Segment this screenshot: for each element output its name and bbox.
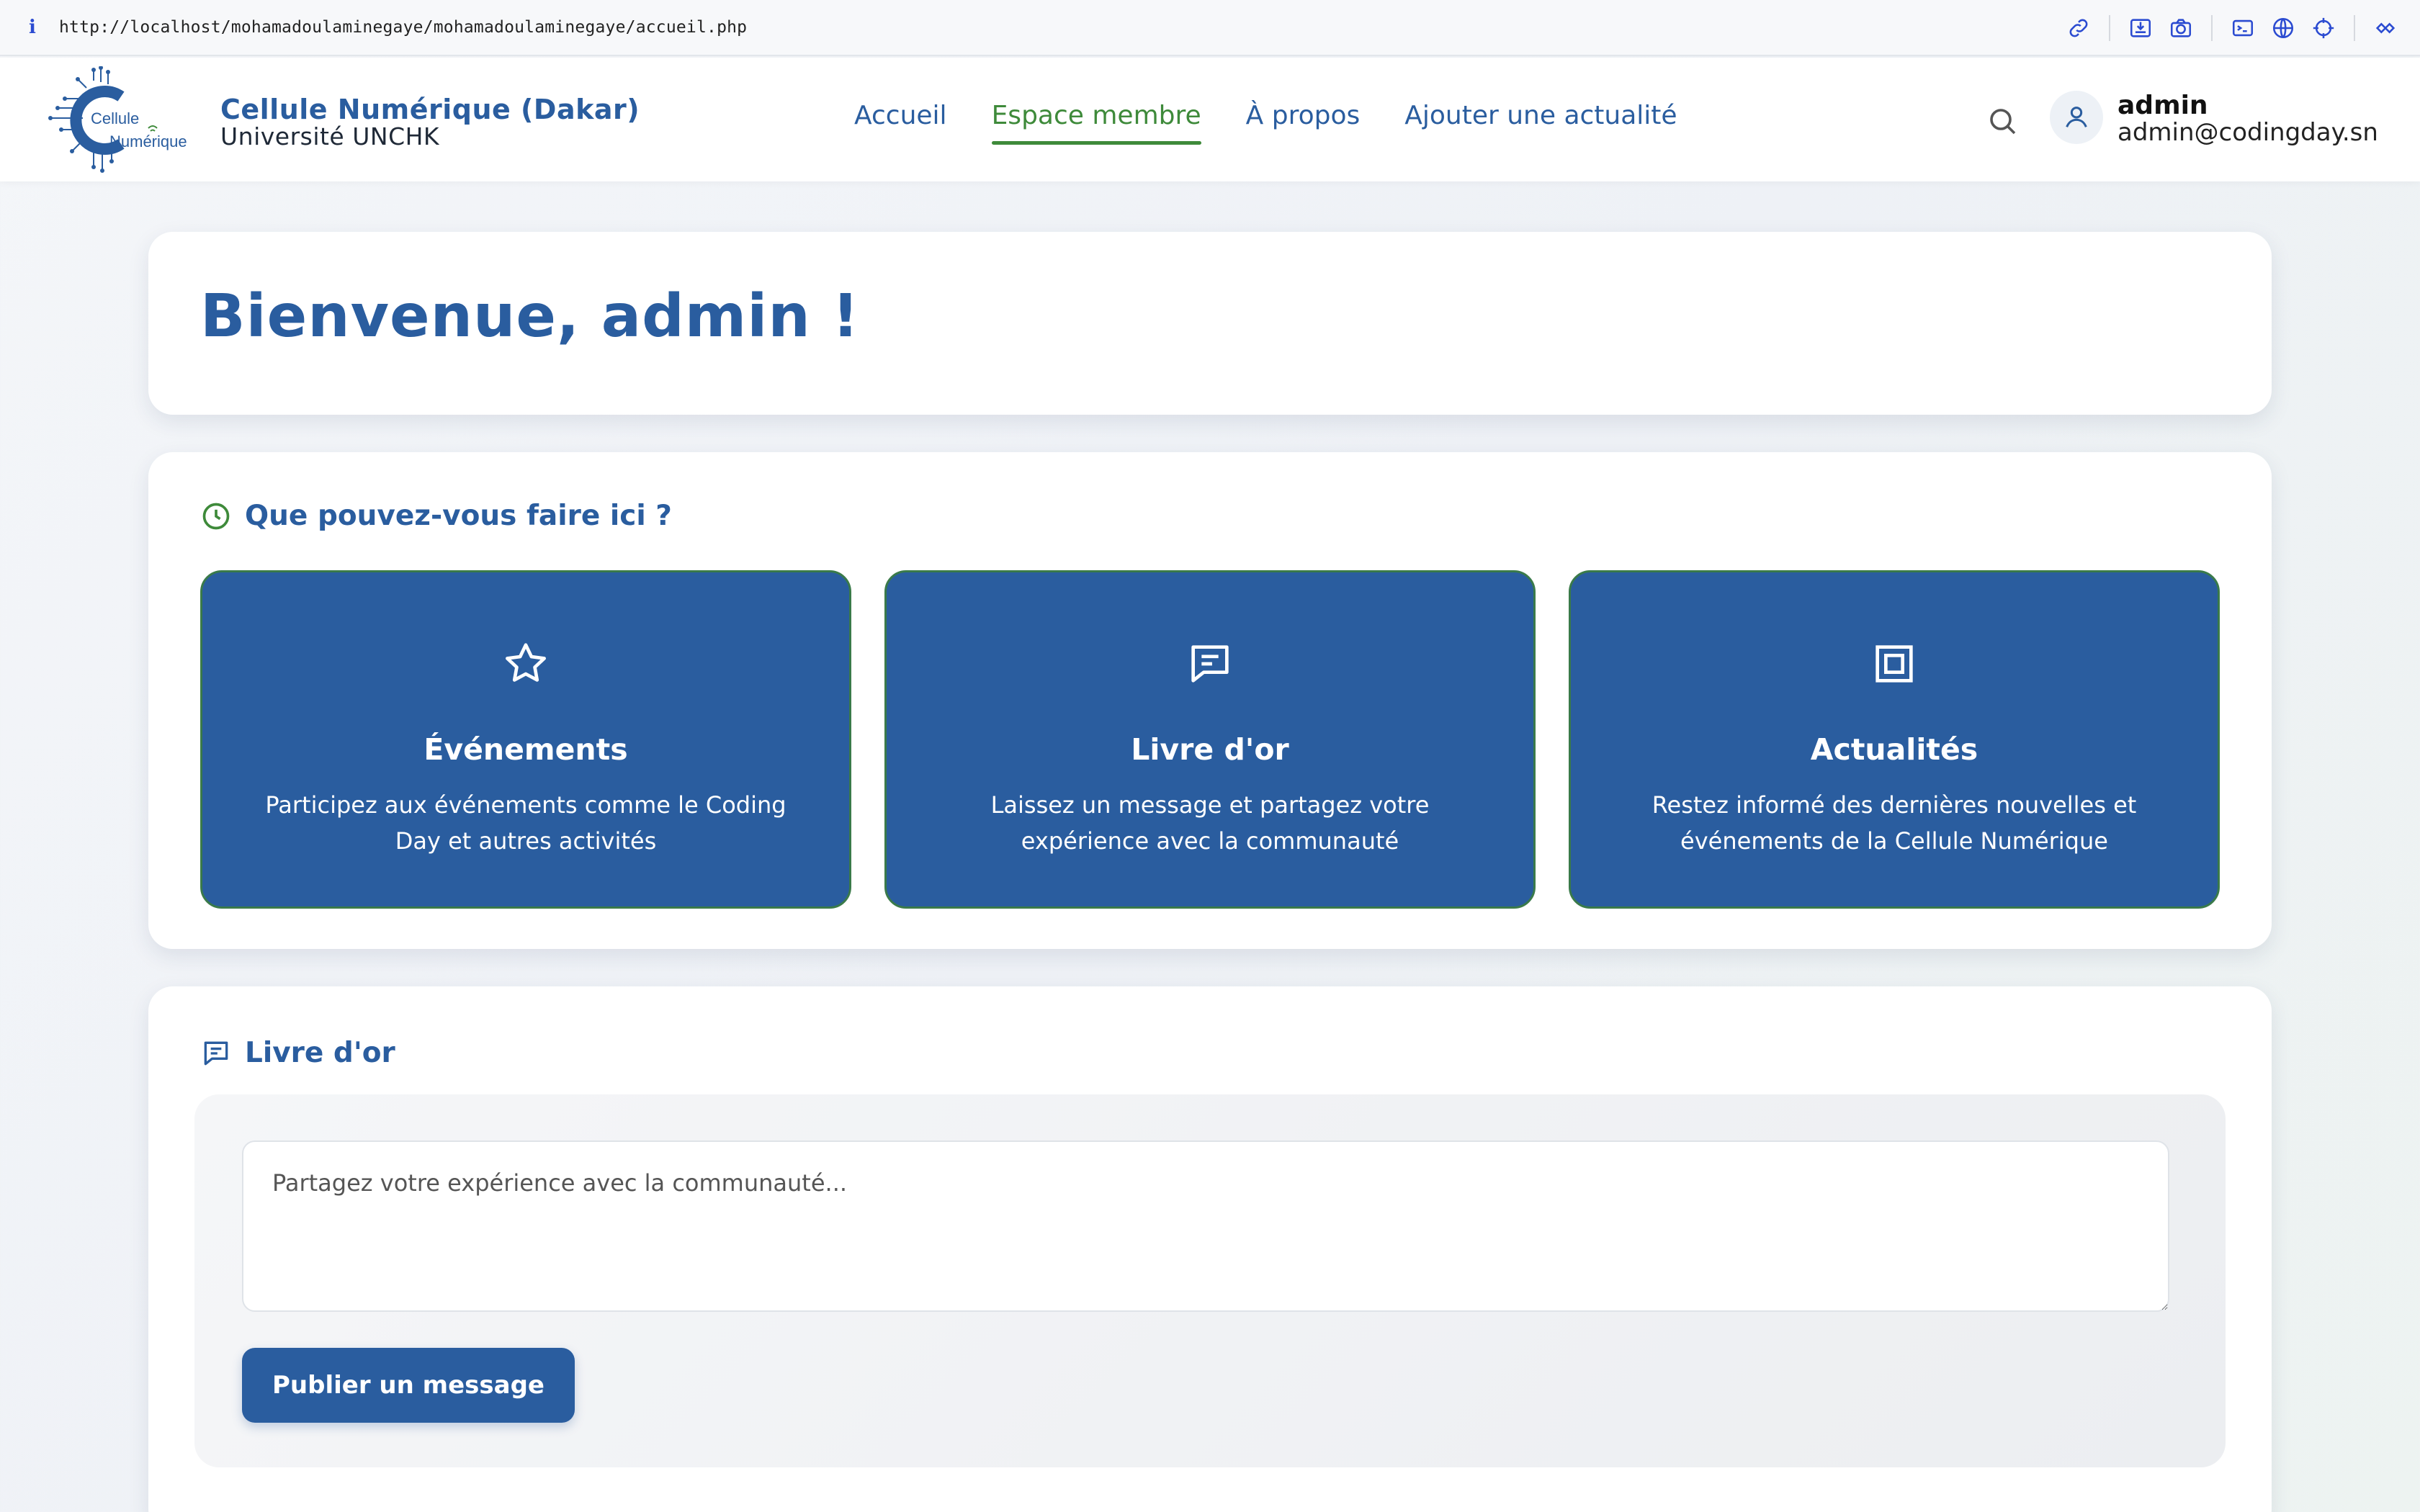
brand-title[interactable]: Cellule Numérique (Dakar) [220,94,640,125]
nav-espace-membre[interactable]: Espace membre [991,101,1201,145]
guestbook-message-input[interactable] [242,1140,2169,1312]
welcome-card: Bienvenue, admin ! [148,232,2272,415]
guestbook-form: Publier un message [194,1094,2226,1467]
toolbar-divider [2354,15,2355,41]
features-title: Que pouvez-vous faire ici ? [245,500,672,532]
brand-subtitle: Université UNCHK [220,122,440,150]
logo-line1: Cellule [91,109,139,127]
nav-ajouter-actualite[interactable]: Ajouter une actualité [1404,101,1677,145]
user-name: admin [2118,91,2208,120]
globe-icon[interactable] [2269,14,2298,42]
features-heading: Que pouvez-vous faire ici ? [200,500,672,532]
feature-description: Participez aux événements comme le Codin… [265,791,786,855]
news-icon [1869,639,1919,689]
search-icon[interactable] [1985,104,2020,138]
address-bar[interactable]: http://localhost/mohamadoulaminegaye/moh… [59,18,747,37]
browser-toolbar: i http://localhost/mohamadoulaminegaye/m… [0,0,2420,56]
feature-card-evenements[interactable]: Événements Participez aux événements com… [200,570,851,909]
message-icon [200,1038,232,1069]
browser-actions [2058,0,2406,56]
camera-icon[interactable] [2166,14,2195,42]
toolbar-divider [2109,15,2110,41]
clock-icon [200,500,232,532]
page-title: Bienvenue, admin ! [200,282,860,351]
terminal-icon[interactable] [2228,14,2257,42]
toolbar-divider [2211,15,2213,41]
guestbook-card: Livre d'or Publier un message [148,986,2272,1512]
logo[interactable]: Cellule Numérique [43,66,209,174]
info-icon[interactable]: i [22,17,43,38]
extensions-icon[interactable] [2371,14,2400,42]
feature-card-actualites[interactable]: Actualités Restez informé des dernières … [1569,570,2220,909]
star-icon [501,639,551,689]
guestbook-title: Livre d'or [245,1037,395,1069]
link-icon[interactable] [2064,14,2093,42]
publish-message-button[interactable]: Publier un message [242,1348,575,1423]
feature-description: Laissez un message et partagez votre exp… [990,791,1430,855]
feature-title: Livre d'or [1131,732,1289,767]
feature-title: Actualités [1810,732,1978,767]
logo-line2: Numérique [109,132,187,150]
avatar[interactable] [2050,91,2103,144]
feature-card-livre-dor[interactable]: Livre d'or Laissez un message et partage… [884,570,1536,909]
guestbook-heading: Livre d'or [200,1037,395,1069]
site-header: Cellule Numérique Cellule Numérique (Dak… [0,58,2420,181]
save-icon[interactable] [2126,14,2155,42]
crosshair-icon[interactable] [2309,14,2338,42]
features-card: Que pouvez-vous faire ici ? Événements P… [148,452,2272,949]
nav-accueil[interactable]: Accueil [854,101,947,145]
user-email: admin@codingday.sn [2118,118,2378,147]
feature-description: Restez informé des dernières nouvelles e… [1652,791,2137,855]
main-nav: Accueil Espace membre À propos Ajouter u… [854,101,1722,145]
nav-a-propos[interactable]: À propos [1246,101,1361,145]
feature-title: Événements [424,732,628,767]
message-icon [1185,639,1235,689]
